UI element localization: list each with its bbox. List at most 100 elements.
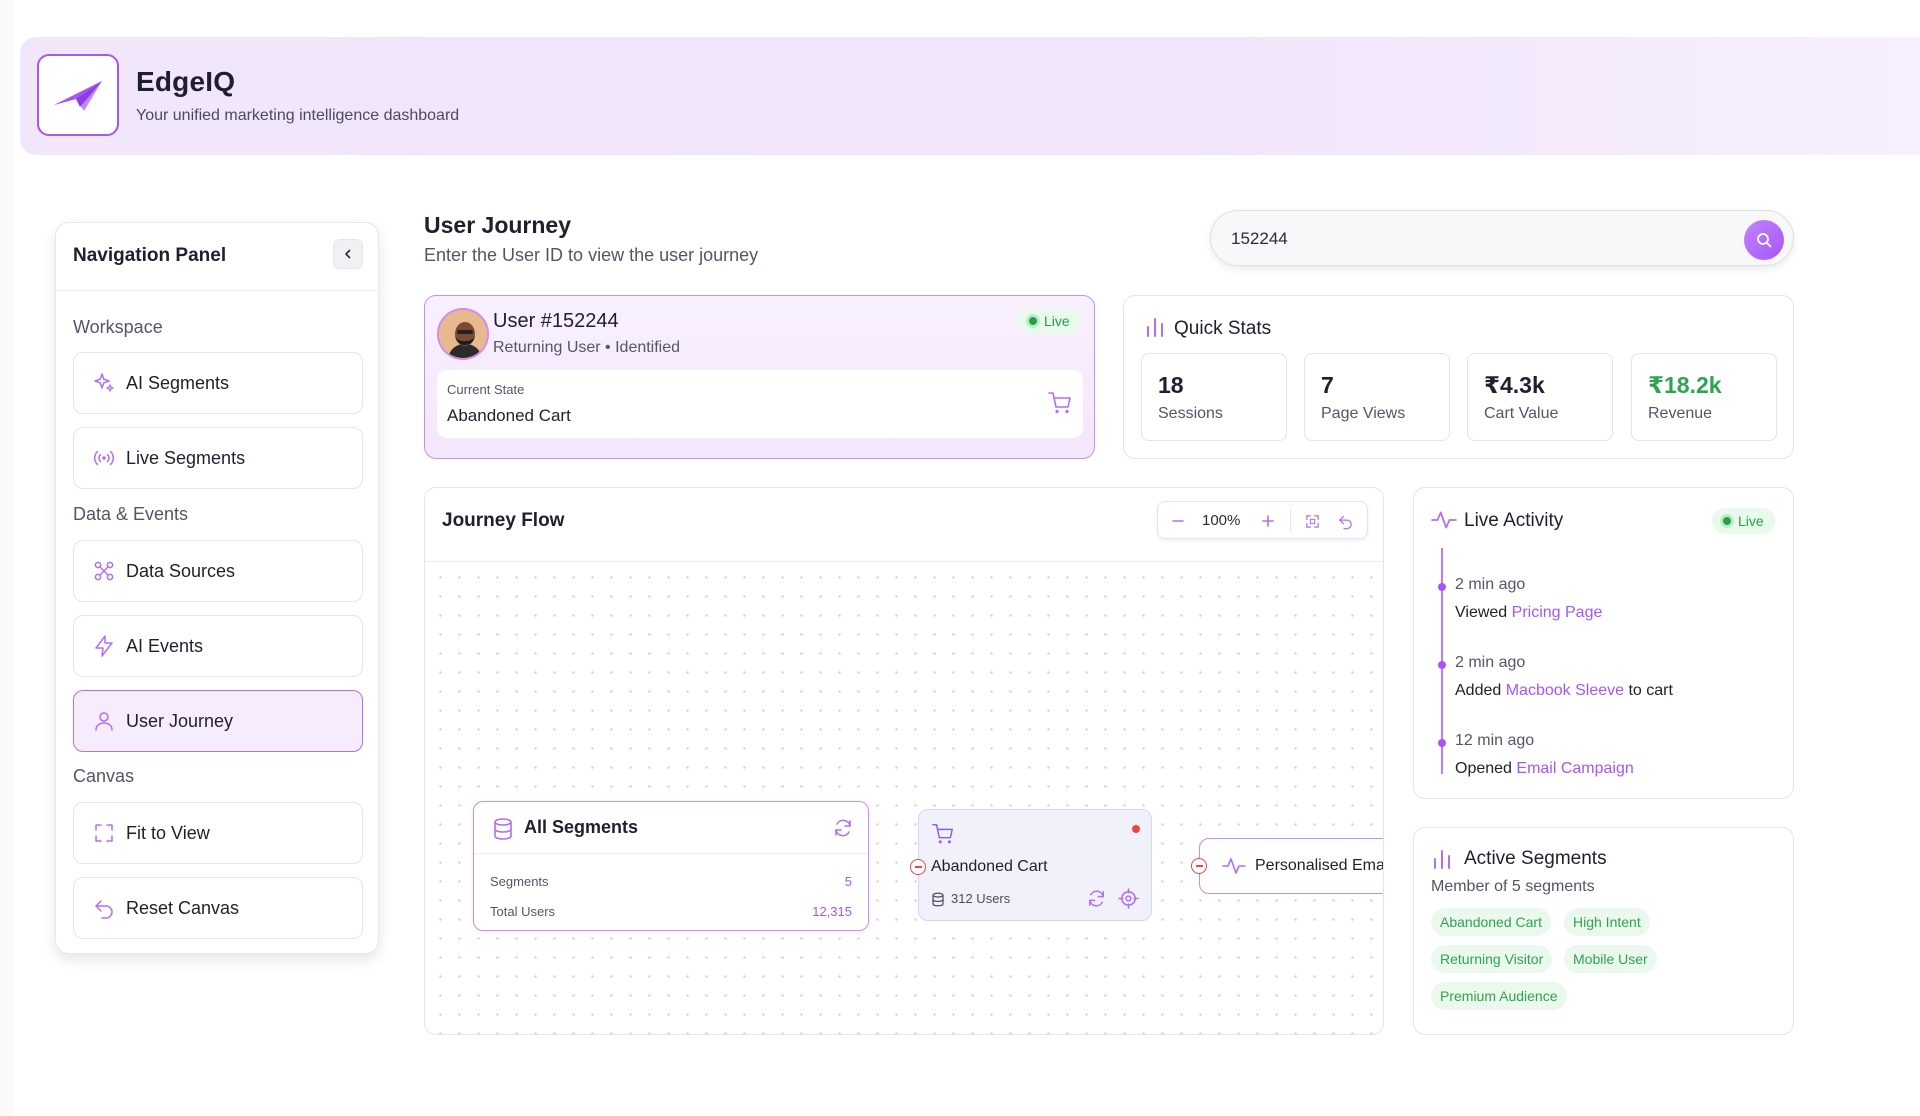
stat-cart-value: ₹4.3k Cart Value [1467, 353, 1613, 441]
bar-chart-icon [1147, 318, 1163, 337]
event-description: Viewed Pricing Page [1455, 604, 1602, 622]
event-link[interactable]: Macbook Sleeve [1506, 682, 1624, 699]
event-time: 2 min ago [1455, 654, 1526, 671]
event-time: 2 min ago [1455, 576, 1526, 593]
nav-header: Navigation Panel [56, 223, 378, 291]
refresh-icon[interactable] [832, 817, 854, 839]
sidebar-item-reset-canvas[interactable]: Reset Canvas [73, 877, 363, 939]
quick-stats-card: Quick Stats 18 Sessions 7 Page Views ₹4.… [1123, 295, 1794, 459]
undo-icon [1338, 515, 1352, 529]
bar-chart-icon [1434, 850, 1450, 869]
broadcast-icon [93, 450, 115, 466]
segment-chip[interactable]: Returning Visitor [1431, 945, 1553, 973]
node-user-count: 312 Users [951, 891, 1011, 906]
user-icon [95, 712, 113, 731]
event-description: Opened Email Campaign [1455, 760, 1634, 778]
paper-plane-icon [54, 81, 102, 111]
event-link[interactable]: Email Campaign [1516, 760, 1633, 777]
zoom-in-button[interactable] [1258, 511, 1278, 531]
shopping-cart-icon [932, 824, 953, 844]
nav-group-data-events: Data & Events [73, 504, 189, 524]
fit-frame-icon [95, 824, 113, 842]
app-logo[interactable] [37, 54, 119, 136]
zoom-level: 100% [1202, 512, 1241, 529]
journey-canvas[interactable]: All Segments Segments 5 Total Users 12,3… [425, 562, 1384, 1034]
nav-title: Navigation Panel [73, 245, 227, 266]
refresh-icon[interactable] [1086, 888, 1107, 909]
sidebar-item-label: Fit to View [126, 822, 210, 843]
stat-label: Revenue [1648, 405, 1713, 422]
connector-handle[interactable] [910, 859, 926, 875]
node-row-value: 12,315 [812, 904, 852, 919]
user-photo [439, 310, 487, 358]
journey-flow-title: Journey Flow [442, 510, 565, 531]
sidebar-item-label: AI Events [126, 635, 204, 656]
segment-chip[interactable]: Abandoned Cart [1431, 908, 1551, 936]
graph-nodes-icon [94, 561, 114, 581]
stat-label: Sessions [1158, 405, 1223, 422]
sidebar-item-ai-segments[interactable]: AI Segments [73, 352, 363, 414]
node-header: All Segments [474, 802, 868, 854]
node-title: Personalised Ema [1255, 857, 1384, 874]
page-title: User Journey [424, 212, 572, 238]
sidebar-item-label: AI Segments [126, 372, 230, 393]
event-link[interactable]: Pricing Page [1512, 604, 1603, 621]
journey-flow-header: Journey Flow 100% [425, 488, 1383, 562]
zoom-out-button[interactable] [1168, 511, 1188, 531]
sidebar-item-live-segments[interactable]: Live Segments [73, 427, 363, 489]
active-segments-subtitle: Member of 5 segments [1431, 878, 1595, 895]
node-all-segments[interactable]: All Segments Segments 5 Total Users 12,3… [473, 801, 869, 931]
stat-value: 7 [1321, 372, 1334, 398]
target-icon[interactable] [1118, 888, 1139, 909]
sidebar-item-ai-events[interactable]: AI Events [73, 615, 363, 677]
stat-sessions: 18 Sessions [1141, 353, 1287, 441]
sidebar-item-label: User Journey [126, 710, 234, 731]
event-description: Added Macbook Sleeve to cart [1455, 682, 1673, 700]
user-id-input[interactable] [1231, 225, 1711, 253]
sidebar-item-label: Data Sources [126, 560, 236, 581]
collapse-nav-button[interactable] [333, 239, 363, 269]
node-row-label: Total Users [490, 904, 556, 919]
stat-page-views: 7 Page Views [1304, 353, 1450, 441]
node-abandoned-cart[interactable]: Abandoned Cart 312 Users [918, 809, 1152, 921]
activity-pulse-icon [1431, 511, 1457, 529]
page-subtitle: Enter the User ID to view the user journ… [424, 245, 759, 265]
node-title: Abandoned Cart [931, 858, 1048, 875]
event-time: 12 min ago [1455, 732, 1535, 749]
stat-value: ₹18.2k [1648, 372, 1722, 398]
sidebar-item-data-sources[interactable]: Data Sources [73, 540, 363, 602]
user-name: User #152244 [493, 310, 619, 332]
status-badge: Live [1018, 308, 1081, 334]
status-badge-label: Live [1044, 313, 1070, 329]
active-segments-title: Active Segments [1464, 848, 1607, 869]
app-subtitle: Your unified marketing intelligence dash… [136, 107, 460, 124]
stat-revenue: ₹18.2k Revenue [1631, 353, 1777, 441]
connector-handle[interactable] [1191, 858, 1207, 874]
lightning-icon [95, 635, 113, 657]
sidebar-item-label: Live Segments [126, 447, 246, 468]
segment-chip[interactable]: Mobile User [1564, 945, 1657, 973]
segment-chip[interactable]: Premium Audience [1431, 982, 1567, 1010]
segment-chip[interactable]: High Intent [1564, 908, 1650, 936]
reset-view-button[interactable] [1335, 511, 1355, 531]
live-dot-icon [1723, 517, 1731, 525]
current-state-value: Abandoned Cart [447, 406, 571, 425]
shopping-cart-icon [1048, 392, 1071, 414]
search-button[interactable] [1744, 220, 1784, 260]
fit-view-button[interactable] [1302, 511, 1322, 531]
node-row-value: 5 [844, 874, 852, 889]
sidebar-item-fit-to-view[interactable]: Fit to View [73, 802, 363, 864]
timeline-dot [1438, 739, 1446, 747]
stat-label: Page Views [1321, 405, 1406, 422]
current-state-label: Current State [447, 382, 525, 397]
node-personalised-email[interactable]: Personalised Ema [1199, 838, 1384, 894]
alert-dot [1132, 825, 1140, 833]
avatar [437, 308, 489, 360]
sidebar-item-user-journey[interactable]: User Journey [73, 690, 363, 752]
navigation-panel: Navigation Panel Workspace AI Segments L… [55, 222, 379, 954]
database-icon [494, 818, 512, 840]
activity-pulse-icon [1222, 858, 1246, 874]
app-title: EdgeIQ [136, 66, 236, 97]
event-action: Viewed [1455, 604, 1512, 621]
journey-flow-panel: All Segments Segments 5 Total Users 12,3… [424, 487, 1384, 1035]
